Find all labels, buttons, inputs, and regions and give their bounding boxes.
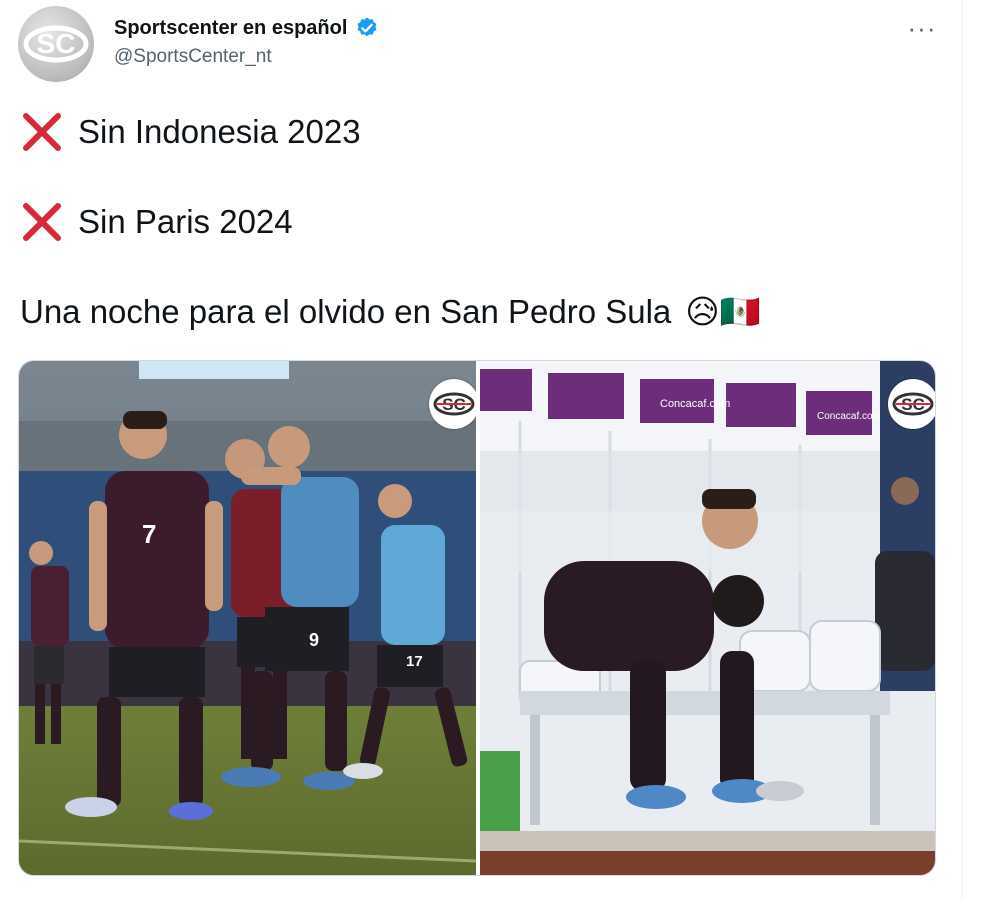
more-options-button[interactable]: ··· [900, 12, 944, 44]
jersey-number: 7 [142, 519, 156, 549]
player-on-bench-image: Concacaf.com Concacaf.com [480, 361, 935, 875]
sportscenter-watermark-icon: SC [888, 379, 935, 429]
jersey-number: 9 [309, 630, 319, 650]
photo-players-walking[interactable]: 7 9 17 SC [19, 361, 476, 875]
author-name-row[interactable]: Sportscenter en español [114, 14, 379, 42]
tweet-media-grid[interactable]: 7 9 17 SC Concacaf.com Concacaf.com SC [18, 360, 936, 876]
photo-player-on-bench[interactable]: Concacaf.com Concacaf.com SC [480, 361, 935, 875]
tweet-line-text: Sin Indonesia 2023 [78, 113, 361, 150]
verified-badge-icon [355, 16, 379, 40]
tweet-line-2: Sin Paris 2024 [20, 200, 293, 244]
author-handle[interactable]: @SportsCenter_nt [114, 46, 272, 68]
author-display-name[interactable]: Sportscenter en español [114, 17, 347, 40]
jersey-number: 17 [406, 653, 423, 670]
avatar-logo-text: SC [37, 28, 76, 59]
sponsor-banner-text: Concacaf.com [817, 411, 881, 422]
timeline-divider [962, 0, 963, 900]
tweet-caption: Una noche para el olvido en San Pedro Su… [20, 292, 761, 332]
sportscenter-watermark-icon: SC [429, 379, 476, 429]
cross-mark-icon [20, 200, 64, 244]
tweet-line-text: Sin Paris 2024 [78, 203, 293, 240]
caption-text: Una noche para el olvido en San Pedro Su… [20, 293, 672, 330]
tweet-line-1: Sin Indonesia 2023 [20, 110, 361, 154]
cross-mark-icon [20, 110, 64, 154]
more-icon: ··· [907, 13, 937, 43]
sportscenter-logo-icon: SC [23, 25, 89, 63]
sad-face-and-mexico-flag-emoji: 😥🇲🇽 [685, 293, 761, 330]
players-walking-image: 7 9 17 [19, 361, 476, 875]
author-avatar[interactable]: SC [18, 6, 94, 82]
sponsor-banner-text: Concacaf.com [660, 398, 730, 410]
